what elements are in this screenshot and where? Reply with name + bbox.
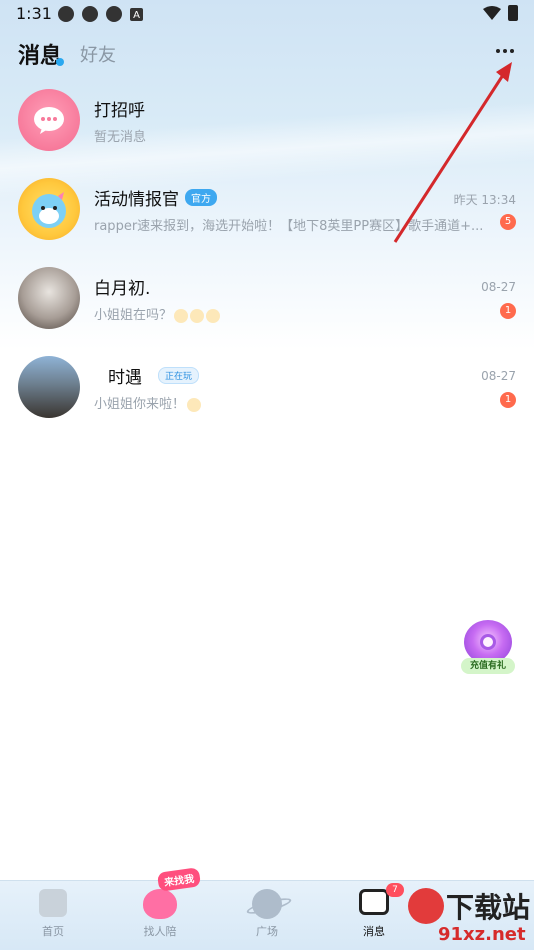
- unread-badge: 1: [500, 303, 516, 319]
- more-icon[interactable]: [494, 40, 516, 62]
- list-item[interactable]: 活动情报官 官方 rapper速来报到，海选开始啦！【地下8英里PP赛区】歌手通…: [0, 173, 534, 262]
- nav-find-companion[interactable]: 找人陪: [120, 889, 200, 939]
- recharge-gift-button[interactable]: 充值有礼: [461, 620, 515, 678]
- message-time: 昨天 13:34: [453, 193, 516, 207]
- chat-bubble-icon: [34, 107, 64, 134]
- message-time: 08-27: [481, 369, 516, 383]
- nav-label: 消息: [363, 925, 385, 938]
- watermark-url: 91xz.net: [438, 924, 526, 945]
- wifi-icon: [483, 6, 501, 20]
- emoji-icon: [174, 308, 189, 323]
- tab-friends[interactable]: 好友: [80, 41, 116, 67]
- unread-badge: 1: [500, 392, 516, 408]
- contact-name: 时遇: [108, 368, 142, 388]
- watermark-logo-icon: [408, 888, 444, 924]
- active-tab-indicator: [56, 58, 64, 66]
- message-preview: rapper速来报到，海选开始啦！【地下8英里PP赛区】歌手通道+...: [94, 219, 484, 234]
- battery-icon: [508, 5, 518, 21]
- unread-badge: 5: [500, 214, 516, 230]
- mascot-icon: [32, 192, 66, 228]
- nav-label: 首页: [42, 925, 64, 938]
- avatar: [18, 89, 80, 151]
- list-item[interactable]: 打招呼 暂无消息: [0, 84, 534, 173]
- emoji-icon: [206, 308, 221, 323]
- name-row: 活动情报官 官方: [94, 185, 217, 210]
- playing-badge: 正在玩: [158, 367, 200, 384]
- contact-name: 活动情报官: [94, 190, 179, 210]
- message-preview: 暂无消息: [94, 130, 147, 145]
- list-item[interactable]: 时遇 正在玩 小姐姐你来啦！ 08-27 1: [0, 351, 534, 440]
- emoji-icon: [190, 308, 205, 323]
- name-row: 时遇 正在玩: [108, 363, 200, 388]
- nav-message-badge: 7: [386, 883, 404, 897]
- list-item[interactable]: 白月初. 小姐姐在吗？ 08-27 1: [0, 262, 534, 351]
- status-icons: A: [58, 6, 143, 22]
- gift-label: 充值有礼: [461, 658, 515, 674]
- app-icon: [58, 6, 74, 22]
- app-icon: [106, 6, 122, 22]
- message-preview: 小姐姐在吗？: [94, 304, 486, 323]
- nav-label: 找人陪: [143, 925, 177, 938]
- avatar: [18, 267, 80, 329]
- a-icon: A: [130, 8, 143, 21]
- app-icon: [82, 6, 98, 22]
- message-time: 08-27: [481, 280, 516, 294]
- nav-messages[interactable]: 消息: [334, 889, 414, 939]
- emoji-icon: [187, 397, 202, 412]
- home-icon: [39, 889, 67, 917]
- message-icon: [359, 889, 389, 915]
- status-bar: 1:31 A: [0, 0, 534, 28]
- planet-icon: [252, 889, 282, 919]
- nav-square[interactable]: 广场: [227, 889, 307, 939]
- name-row: 打招呼: [94, 96, 145, 121]
- avatar: [18, 178, 80, 240]
- avatar: [18, 356, 80, 418]
- watermark: 下载站 91xz.net: [408, 884, 534, 950]
- heart-icon: [143, 889, 177, 919]
- message-preview: 小姐姐你来啦！: [94, 393, 486, 412]
- contact-name: 白月初.: [94, 279, 151, 299]
- name-row: 白月初.: [94, 274, 150, 299]
- nav-home[interactable]: 首页: [13, 889, 93, 939]
- message-list: 打招呼 暂无消息 活动情报官 官方 rapper速来报到，海选开始啦！【地下8英…: [0, 84, 534, 440]
- tab-messages[interactable]: 消息: [18, 38, 62, 70]
- official-badge: 官方: [185, 189, 217, 206]
- watermark-title: 下载站: [446, 891, 531, 924]
- contact-name: 打招呼: [94, 101, 145, 121]
- status-time: 1:31: [16, 4, 52, 23]
- nav-label: 广场: [256, 925, 278, 938]
- header: 消息 好友: [0, 36, 534, 76]
